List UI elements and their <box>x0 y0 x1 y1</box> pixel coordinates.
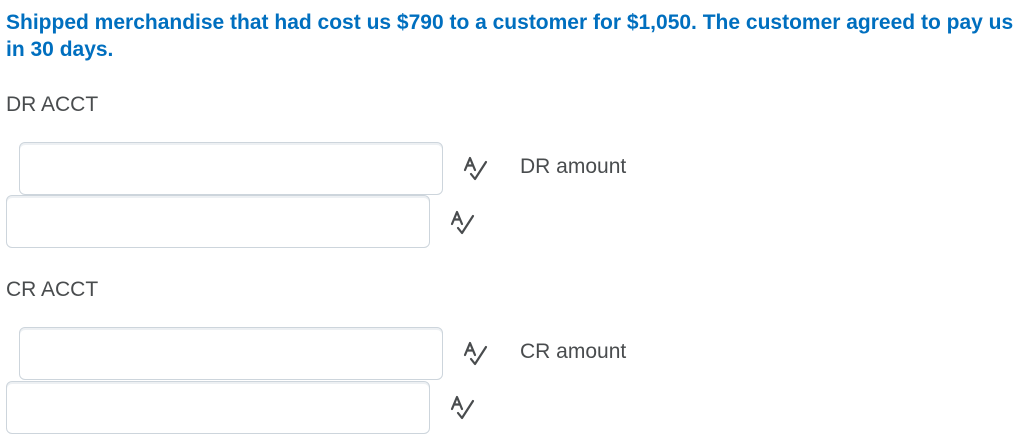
dr-amount-label: DR amount <box>520 155 627 178</box>
spellcheck-icon[interactable] <box>448 208 476 236</box>
spellcheck-icon[interactable] <box>461 154 489 182</box>
cr-amount-input[interactable] <box>6 381 430 434</box>
dr-acct-label: DR ACCT <box>6 93 99 116</box>
cr-acct-label: CR ACCT <box>6 278 99 301</box>
cr-amount-label: CR amount <box>520 340 627 363</box>
spellcheck-icon[interactable] <box>448 393 476 421</box>
question-text: Shipped merchandise that had cost us $79… <box>6 11 1014 61</box>
cr-account-input[interactable] <box>19 327 443 380</box>
spellcheck-icon[interactable] <box>461 339 489 367</box>
dr-amount-input[interactable] <box>6 195 430 248</box>
dr-account-input[interactable] <box>19 142 443 195</box>
